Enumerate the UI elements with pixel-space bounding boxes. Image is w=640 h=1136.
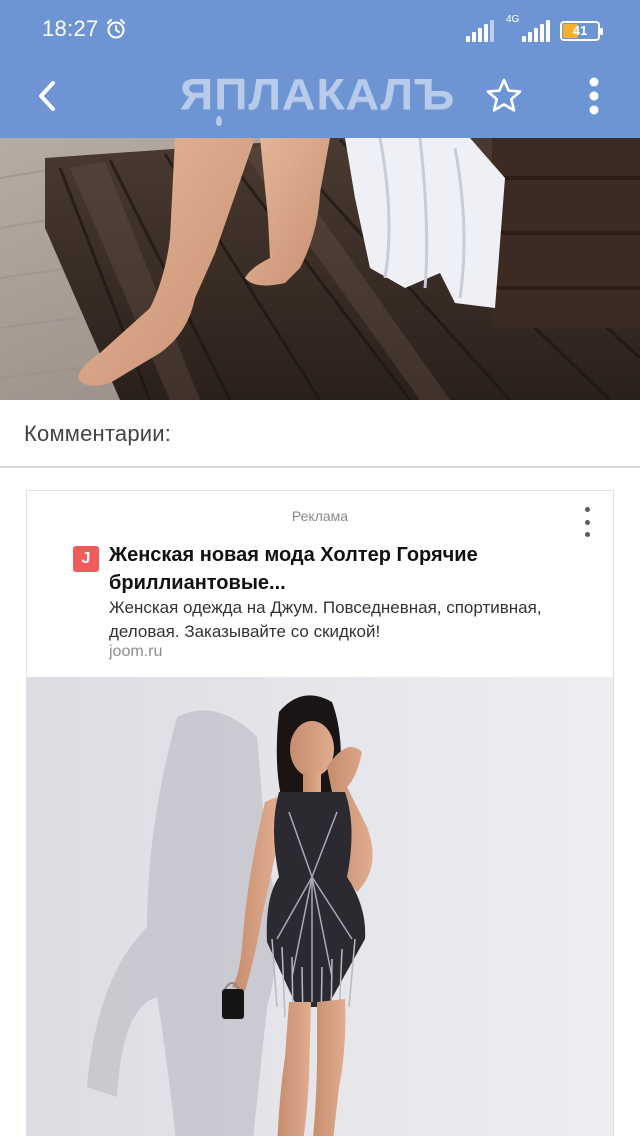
ad-domain-link[interactable]: joom.ru [109,643,162,661]
dot-icon [584,507,590,512]
ad-image[interactable] [27,677,613,1136]
status-time-group: 18:27 [42,16,127,42]
post-photo-illustration [0,138,640,400]
signal-strength-icon [466,20,494,42]
battery-icon: 41 [560,21,603,41]
status-indicators: 4G 41 [466,14,603,42]
ad-label: Реклама [291,508,349,524]
ad-options-button[interactable] [577,505,597,539]
logo-drop-icon [216,116,222,126]
battery-percentage: 41 [572,23,588,38]
back-button[interactable] [22,70,74,122]
status-bar: 18:27 4G 41 [0,0,640,56]
joom-logo-icon: J [73,546,99,572]
ad-photo-illustration [27,677,613,1136]
ad-description: Женская одежда на Джум. Повседневная, сп… [109,598,542,641]
dot-icon [584,519,590,525]
app-bar: ЯПЛАКАЛЪ [0,56,640,138]
star-outline-icon [486,78,522,112]
app-logo-text: ЯПЛАКАЛЪ [180,70,456,119]
more-vertical-icon [589,77,599,115]
app-logo[interactable]: ЯПЛАКАЛЪ [180,70,460,126]
signal-strength-icon-2 [522,20,550,42]
ad-title-link[interactable]: Женская новая мода Холтер Горячие брилли… [109,541,589,597]
section-divider [0,466,640,468]
chevron-left-icon [39,81,55,111]
mobile-data-indicator: 4G [504,14,550,42]
dot-icon [584,532,590,537]
post-image[interactable] [0,138,640,400]
overflow-menu-button[interactable] [570,70,618,122]
comments-heading: Комментарии: [24,421,172,446]
ad-card[interactable]: Реклама J Женская новая мода Холтер Горя… [26,490,614,1136]
network-type-label: 4G [506,14,520,25]
favorite-button[interactable] [480,70,528,122]
status-time: 18:27 [42,16,99,41]
alarm-clock-icon [105,18,127,40]
